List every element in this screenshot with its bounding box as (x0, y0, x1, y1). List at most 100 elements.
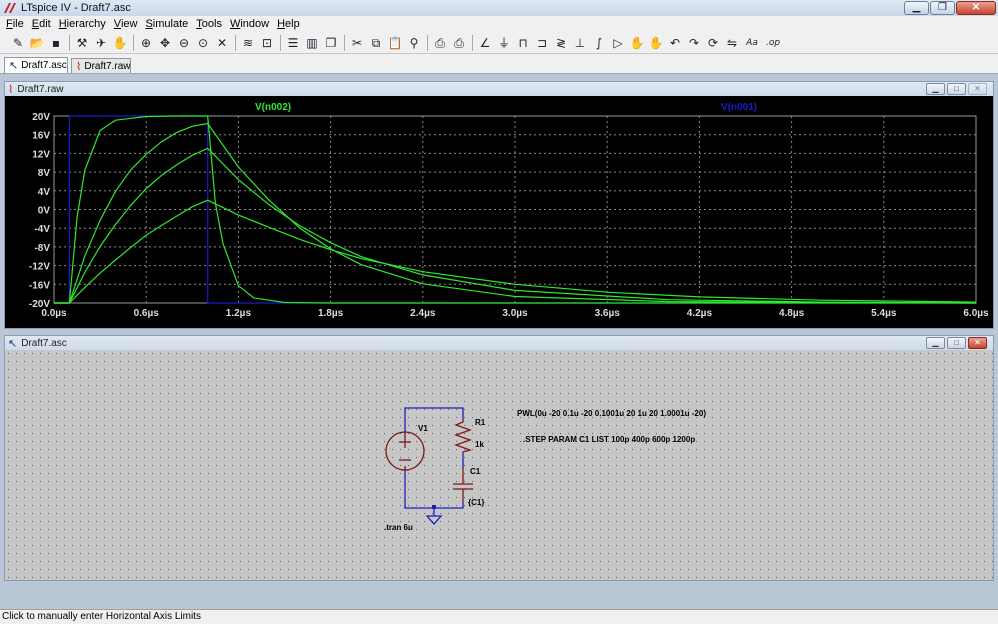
close-button[interactable]: ✕ (956, 1, 996, 15)
tile-vertical-icon[interactable]: ▥ (304, 35, 320, 51)
pwl-source-directive[interactable]: PWL(0u -20 0.1u -20 0.1001u 20 1u 20 1.0… (517, 409, 706, 418)
y-tick-label: 20V (32, 112, 50, 123)
tab-draft7-asc[interactable]: ↖ Draft7.asc (4, 57, 68, 73)
schematic-window: ↖ Draft7.asc ▁ □ ✕ V1 R1 1k C1 {C1} PWL(… (4, 335, 994, 581)
menu-tools[interactable]: Tools (192, 16, 226, 32)
trace-label-vn002[interactable]: V(n002) (255, 102, 291, 113)
zoom-in-icon[interactable]: ⊕ (138, 35, 154, 51)
component-icon[interactable]: ⊐ (534, 35, 550, 51)
zoom-cancel-icon[interactable]: ✕ (214, 35, 230, 51)
y-tick-label: -8V (34, 243, 50, 254)
waveform-window-title: Draft7.raw (17, 83, 64, 95)
waveform-maximize-button[interactable]: □ (947, 83, 966, 95)
control-panel-icon[interactable]: ⚒ (74, 35, 90, 51)
schematic-grid-dots (5, 350, 993, 580)
status-bar: Click to manually enter Horizontal Axis … (0, 609, 998, 624)
move-icon[interactable]: ✋ (629, 35, 645, 51)
halt-icon[interactable]: ✋ (112, 35, 128, 51)
schematic-icon: ↖ (9, 60, 19, 72)
new-schematic-icon[interactable]: ✎ (10, 35, 26, 51)
menu-edit[interactable]: Edit (28, 16, 55, 32)
paste-icon[interactable]: 📋 (387, 35, 403, 51)
run-icon[interactable]: ✈ (93, 35, 109, 51)
y-tick-label: -20V (29, 299, 50, 310)
tile-horizontal-icon[interactable]: ☰ (285, 35, 301, 51)
mirror-icon[interactable]: ⇋ (724, 35, 740, 51)
x-tick-label: 3.6µs (595, 308, 621, 319)
r1-ref-label: R1 (475, 418, 486, 427)
x-tick-label: 1.2µs (226, 308, 252, 319)
ltspice-app-icon (4, 3, 16, 13)
waveform-window-titlebar: ⌇ Draft7.raw ▁ □ ✕ (5, 82, 993, 96)
c1-value-label: {C1} (468, 498, 484, 507)
zoom-out-icon[interactable]: ⊖ (176, 35, 192, 51)
label-net-icon[interactable]: ⊓ (515, 35, 531, 51)
x-tick-label: 0.6µs (134, 308, 160, 319)
open-folder-icon[interactable]: 📂 (29, 35, 45, 51)
text-icon[interactable]: Aa (743, 35, 761, 51)
inductor-icon[interactable]: ∫ (591, 35, 607, 51)
step-param-directive[interactable]: .STEP PARAM C1 LIST 100p 400p 600p 1200p (523, 435, 695, 444)
x-tick-label: 2.4µs (410, 308, 436, 319)
tab-label: Draft7.asc (21, 60, 67, 71)
spice-directive-icon[interactable]: .op (764, 35, 782, 51)
toolbar-separator (235, 34, 236, 51)
x-tick-label: 1.8µs (318, 308, 344, 319)
menu-file[interactable]: File (2, 16, 28, 32)
zoom-fit-icon[interactable]: ⊙ (195, 35, 211, 51)
minimize-button[interactable]: ▁ (904, 1, 929, 15)
resistor-icon[interactable]: ≷ (553, 35, 569, 51)
menu-help[interactable]: Help (273, 16, 304, 32)
tab-draft7-raw[interactable]: ⌇ Draft7.raw (71, 58, 131, 73)
toolbar-separator (69, 34, 70, 51)
trace-label-vn001[interactable]: V(n001) (721, 102, 757, 113)
schematic-icon: ↖ (8, 337, 18, 350)
restore-button[interactable]: ❐ (930, 1, 955, 15)
measure-icon[interactable]: ⊡ (259, 35, 275, 51)
autorange-icon[interactable]: ≋ (240, 35, 256, 51)
schematic-canvas[interactable]: V1 R1 1k C1 {C1} PWL(0u -20 0.1u -20 0.1… (5, 350, 993, 580)
waveform-window: ⌇ Draft7.raw ▁ □ ✕ 0.0µs 0.6µs 1.2µs 1.8µs 2… (4, 81, 994, 329)
wire-icon[interactable]: ∠ (477, 35, 493, 51)
waveform-plot[interactable]: 0.0µs 0.6µs 1.2µs 1.8µs 2.4µs 3.0µs 3.6µs 4.2µs… (5, 96, 993, 328)
junction-dot (432, 505, 436, 509)
menu-view[interactable]: View (110, 16, 142, 32)
find-icon[interactable]: ⚲ (406, 35, 422, 51)
menu-window[interactable]: Window (226, 16, 273, 32)
x-tick-label: 4.8µs (779, 308, 805, 319)
window-title: LTspice IV - Draft7.asc (21, 2, 131, 14)
document-tab-strip: ↖ Draft7.asc ⌇ Draft7.raw (0, 54, 998, 74)
print-preview-icon[interactable]: ⎙ (432, 35, 448, 51)
cut-icon[interactable]: ✂ (349, 35, 365, 51)
schematic-minimize-button[interactable]: ▁ (926, 337, 945, 349)
tran-directive[interactable]: .tran 6u (384, 523, 413, 532)
toolbar-separator (133, 34, 134, 51)
save-icon[interactable]: ▪ (48, 35, 64, 51)
schematic-maximize-button[interactable]: □ (947, 337, 966, 349)
toolbar-separator (472, 34, 473, 51)
y-tick-label: -4V (34, 224, 50, 235)
capacitor-icon[interactable]: ⊥ (572, 35, 588, 51)
copy-icon[interactable]: ⧉ (368, 35, 384, 51)
waveform-close-button[interactable]: ✕ (968, 83, 987, 95)
x-tick-label: 6.0µs (963, 308, 989, 319)
rotate-icon[interactable]: ⟳ (705, 35, 721, 51)
pan-icon[interactable]: ✥ (157, 35, 173, 51)
waveform-minimize-button[interactable]: ▁ (926, 83, 945, 95)
ground-icon[interactable]: ⏚ (496, 35, 512, 51)
undo-icon[interactable]: ↶ (667, 35, 683, 51)
redo-icon[interactable]: ↷ (686, 35, 702, 51)
drag-icon[interactable]: ✋ (648, 35, 664, 51)
print-icon[interactable]: ⎙ (451, 35, 467, 51)
schematic-window-title: Draft7.asc (21, 337, 67, 349)
schematic-close-button[interactable]: ✕ (968, 337, 987, 349)
waveform-icon: ⌇ (8, 83, 14, 96)
menu-hierarchy[interactable]: Hierarchy (55, 16, 110, 32)
y-tick-label: 0V (38, 206, 51, 217)
diode-icon[interactable]: ▷ (610, 35, 626, 51)
cascade-icon[interactable]: ❐ (323, 35, 339, 51)
menu-bar: File Edit Hierarchy View Simulate Tools Window… (0, 16, 998, 32)
y-tick-label: 12V (32, 149, 50, 160)
v1-ref-label: V1 (418, 424, 428, 433)
menu-simulate[interactable]: Simulate (141, 16, 192, 32)
